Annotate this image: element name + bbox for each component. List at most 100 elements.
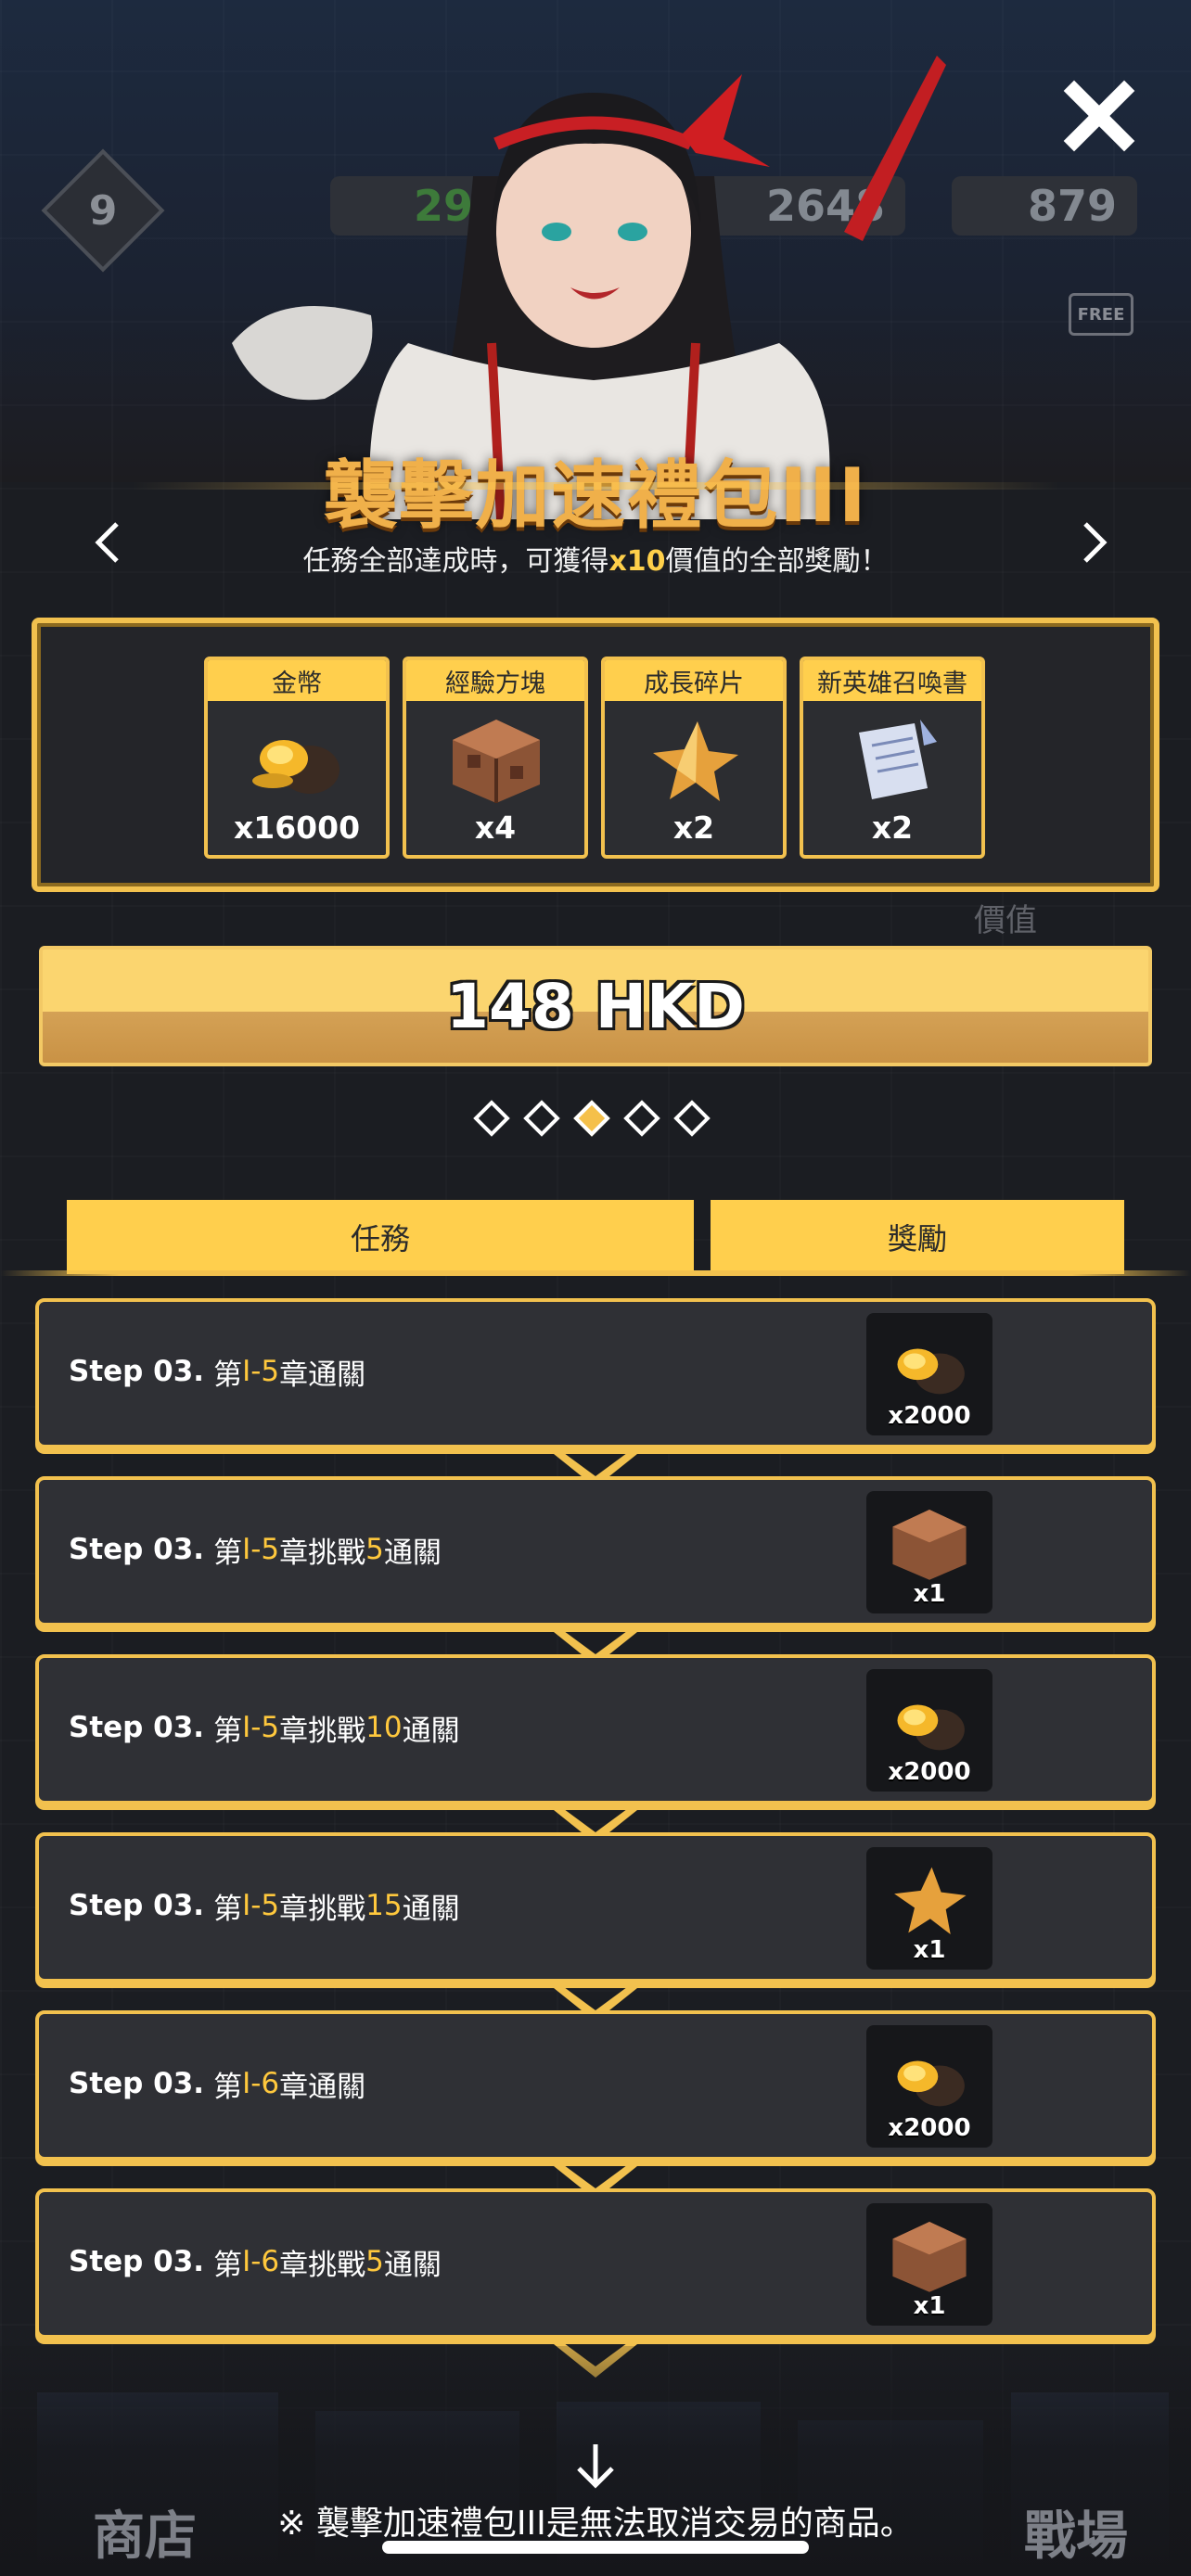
page-dot[interactable] xyxy=(523,1100,560,1137)
step-reward-qty: x1 xyxy=(913,2292,946,2320)
step-pre: 第 xyxy=(213,2070,243,2104)
step-pre: 第 xyxy=(213,1714,243,1748)
step-mid: 章挑戰 xyxy=(279,1892,366,1926)
reward-card-summon-scroll: 新英雄召喚書 x2 xyxy=(800,657,985,859)
step-mid: 章挑戰 xyxy=(279,1714,366,1748)
growth-shard-icon xyxy=(653,721,738,801)
chevron-left-icon[interactable] xyxy=(82,515,137,570)
subtitle-suffix: 價值的全部獎勵！ xyxy=(665,545,889,578)
step-number: Step 03. xyxy=(69,1711,205,1744)
reward-card-growth-shard: 成長碎片 x2 xyxy=(601,657,787,859)
page-indicator xyxy=(473,1100,724,1141)
step-reward: x2000 xyxy=(866,1669,992,1792)
arrow-down-icon[interactable] xyxy=(568,2439,623,2494)
step-post: 通關 xyxy=(383,1536,442,1570)
tab-underline xyxy=(0,1270,1191,1276)
step-count: 10 xyxy=(365,1711,403,1744)
step-mid: 章通關 xyxy=(279,1358,366,1392)
step-text: Step 03. 第 I-6 章通關 xyxy=(69,2014,365,2153)
page-dot[interactable] xyxy=(473,1100,510,1137)
step-number: Step 03. xyxy=(69,1889,205,1922)
step-text: Step 03. 第 I-5 章挑戰 5 通關 xyxy=(69,1480,442,1619)
gem-value: 879 xyxy=(1027,181,1117,231)
step-row: Step 03. 第 I-5 章挑戰 10 通關 x2000 xyxy=(35,1654,1156,1804)
step-reward-qty: x1 xyxy=(913,1936,946,1964)
footer-note: ※ 襲擊加速禮包III是無法取消交易的商品。 xyxy=(277,2505,914,2543)
step-post: 通關 xyxy=(383,2248,442,2282)
value-tag: 價值 xyxy=(974,902,1037,939)
title-glow xyxy=(132,482,1059,490)
step-text: Step 03. 第 I-5 章挑戰 10 通關 xyxy=(69,1658,460,1797)
step-post: 通關 xyxy=(402,1714,460,1748)
reward-card-gold: 金幣 x16000 xyxy=(204,657,390,859)
gold-coin-bag-icon xyxy=(897,2060,965,2107)
step-row: Step 03. 第 I-6 章通關 x2000 xyxy=(35,2010,1156,2161)
subtitle-highlight: x10 xyxy=(608,545,666,578)
step-count: 5 xyxy=(365,2245,384,2278)
step-pre: 第 xyxy=(213,1536,243,1570)
close-icon[interactable] xyxy=(1057,74,1141,158)
step-text: Step 03. 第 I-5 章通關 xyxy=(69,1302,365,1441)
reward-label: 經驗方塊 xyxy=(406,660,584,701)
chevron-right-icon[interactable] xyxy=(1065,515,1121,570)
step-pre: 第 xyxy=(213,1358,243,1392)
reward-card-exp-cube: 經驗方塊 x4 xyxy=(403,657,588,859)
page-dot[interactable] xyxy=(623,1100,660,1137)
step-reward-qty: x2000 xyxy=(888,2114,971,2142)
step-chapter: I-5 xyxy=(242,1533,280,1566)
step-chapter: I-6 xyxy=(242,2067,280,2100)
home-indicator[interactable] xyxy=(382,2541,809,2554)
exp-cube-icon xyxy=(892,1509,967,1580)
step-reward-qty: x1 xyxy=(913,1580,946,1608)
tab-rewards[interactable]: 獎勵 xyxy=(711,1200,1124,1274)
page-dot-active[interactable] xyxy=(573,1100,610,1137)
step-reward-qty: x2000 xyxy=(888,1758,971,1786)
step-row: Step 03. 第 I-6 章挑戰 5 通關 x1 xyxy=(35,2188,1156,2339)
rewards-panel: 金幣 x16000 經驗方塊 x4 成長碎片 x2 新英雄召喚書 x2 xyxy=(32,618,1159,892)
step-row: Step 03. 第 I-5 章挑戰 15 通關 x1 xyxy=(35,1832,1156,1983)
exp-cube-icon xyxy=(892,2221,967,2292)
step-number: Step 03. xyxy=(69,1533,205,1566)
reward-qty: x4 xyxy=(474,810,517,846)
step-reward: x1 xyxy=(866,1491,992,1613)
gold-coin-bag-icon xyxy=(897,1704,965,1751)
exp-cube-icon xyxy=(453,720,540,803)
step-count: 15 xyxy=(365,1889,403,1922)
step-text: Step 03. 第 I-6 章挑戰 5 通關 xyxy=(69,2192,442,2331)
step-number: Step 03. xyxy=(69,2067,205,2100)
tab-tasks[interactable]: 任務 xyxy=(67,1200,694,1274)
step-text: Step 03. 第 I-5 章挑戰 15 通關 xyxy=(69,1836,460,1975)
step-chapter: I-5 xyxy=(242,1711,280,1744)
growth-shard-icon xyxy=(894,1867,967,1935)
step-row: Step 03. 第 I-5 章通關 x2000 xyxy=(35,1298,1156,1448)
step-number: Step 03. xyxy=(69,1355,205,1388)
step-chapter: I-6 xyxy=(242,2245,280,2278)
package-title: 襲擊加速禮包III xyxy=(323,453,868,539)
free-badge: FREE xyxy=(1069,293,1133,336)
step-count: 5 xyxy=(365,1533,384,1566)
player-level: 9 xyxy=(88,186,118,235)
step-reward: x1 xyxy=(866,2203,992,2326)
summon-scroll-icon xyxy=(859,720,937,799)
reward-label: 成長碎片 xyxy=(605,660,783,701)
step-reward: x2000 xyxy=(866,1313,992,1435)
step-reward-qty: x2000 xyxy=(888,1402,971,1430)
gold-coin-bag-icon xyxy=(897,1348,965,1395)
step-pre: 第 xyxy=(213,2248,243,2282)
step-number: Step 03. xyxy=(69,2245,205,2278)
page-dot[interactable] xyxy=(673,1100,711,1137)
gold-coin-bag-icon xyxy=(252,740,339,794)
reward-label: 新英雄召喚書 xyxy=(803,660,981,701)
step-mid: 章挑戰 xyxy=(279,1536,366,1570)
step-mid: 章通關 xyxy=(279,2070,366,2104)
step-row: Step 03. 第 I-5 章挑戰 5 通關 x1 xyxy=(35,1476,1156,1626)
reward-qty: x2 xyxy=(672,810,715,846)
step-pre: 第 xyxy=(213,1892,243,1926)
reward-qty: x2 xyxy=(871,810,914,846)
purchase-button[interactable]: 148 HKD xyxy=(39,946,1152,1066)
reward-label: 金幣 xyxy=(208,660,386,701)
reward-qty: x16000 xyxy=(233,810,361,846)
step-reward: x1 xyxy=(866,1847,992,1970)
step-chapter: I-5 xyxy=(242,1355,280,1388)
step-mid: 章挑戰 xyxy=(279,2248,366,2282)
